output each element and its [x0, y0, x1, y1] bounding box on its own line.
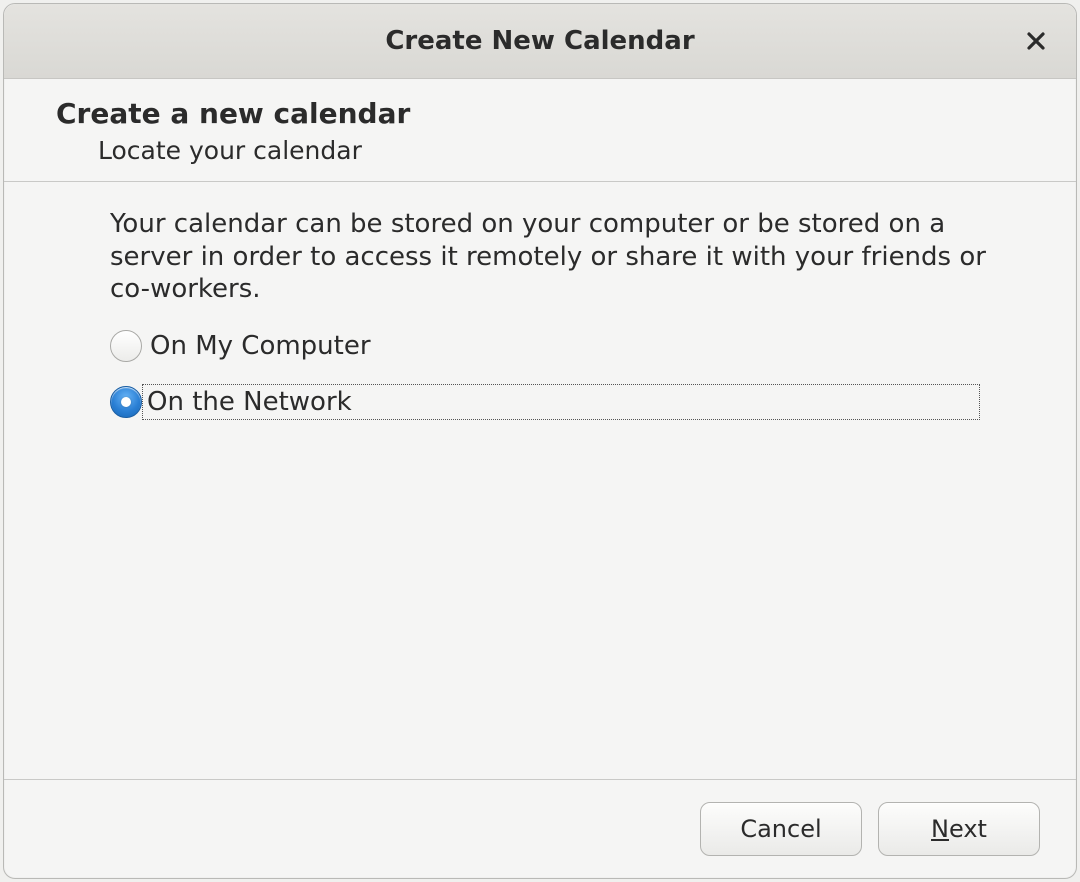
next-button[interactable]: Next: [878, 802, 1040, 856]
wizard-header: Create a new calendar Locate your calend…: [4, 79, 1076, 182]
close-button[interactable]: [1018, 23, 1054, 59]
dialog-footer: Cancel Next: [4, 779, 1076, 878]
create-calendar-dialog: Create New Calendar Create a new calenda…: [3, 3, 1077, 879]
button-label: Next: [931, 815, 987, 843]
description-text: Your calendar can be stored on your comp…: [110, 208, 990, 306]
button-label: Cancel: [740, 815, 821, 843]
titlebar: Create New Calendar: [4, 4, 1076, 79]
wizard-subheading: Locate your calendar: [98, 136, 1076, 165]
focus-ring: On the Network: [142, 384, 980, 420]
wizard-heading: Create a new calendar: [56, 97, 1076, 130]
radio-on-my-computer[interactable]: On My Computer: [110, 330, 1016, 362]
wizard-content: Your calendar can be stored on your comp…: [4, 182, 1076, 779]
radio-on-the-network[interactable]: On the Network: [110, 384, 1016, 420]
radio-icon: [110, 330, 142, 362]
dialog-title: Create New Calendar: [4, 26, 1076, 56]
radio-icon: [110, 386, 142, 418]
radio-label: On My Computer: [150, 331, 371, 361]
radio-label: On the Network: [147, 387, 352, 417]
close-icon: [1026, 31, 1046, 51]
cancel-button[interactable]: Cancel: [700, 802, 862, 856]
